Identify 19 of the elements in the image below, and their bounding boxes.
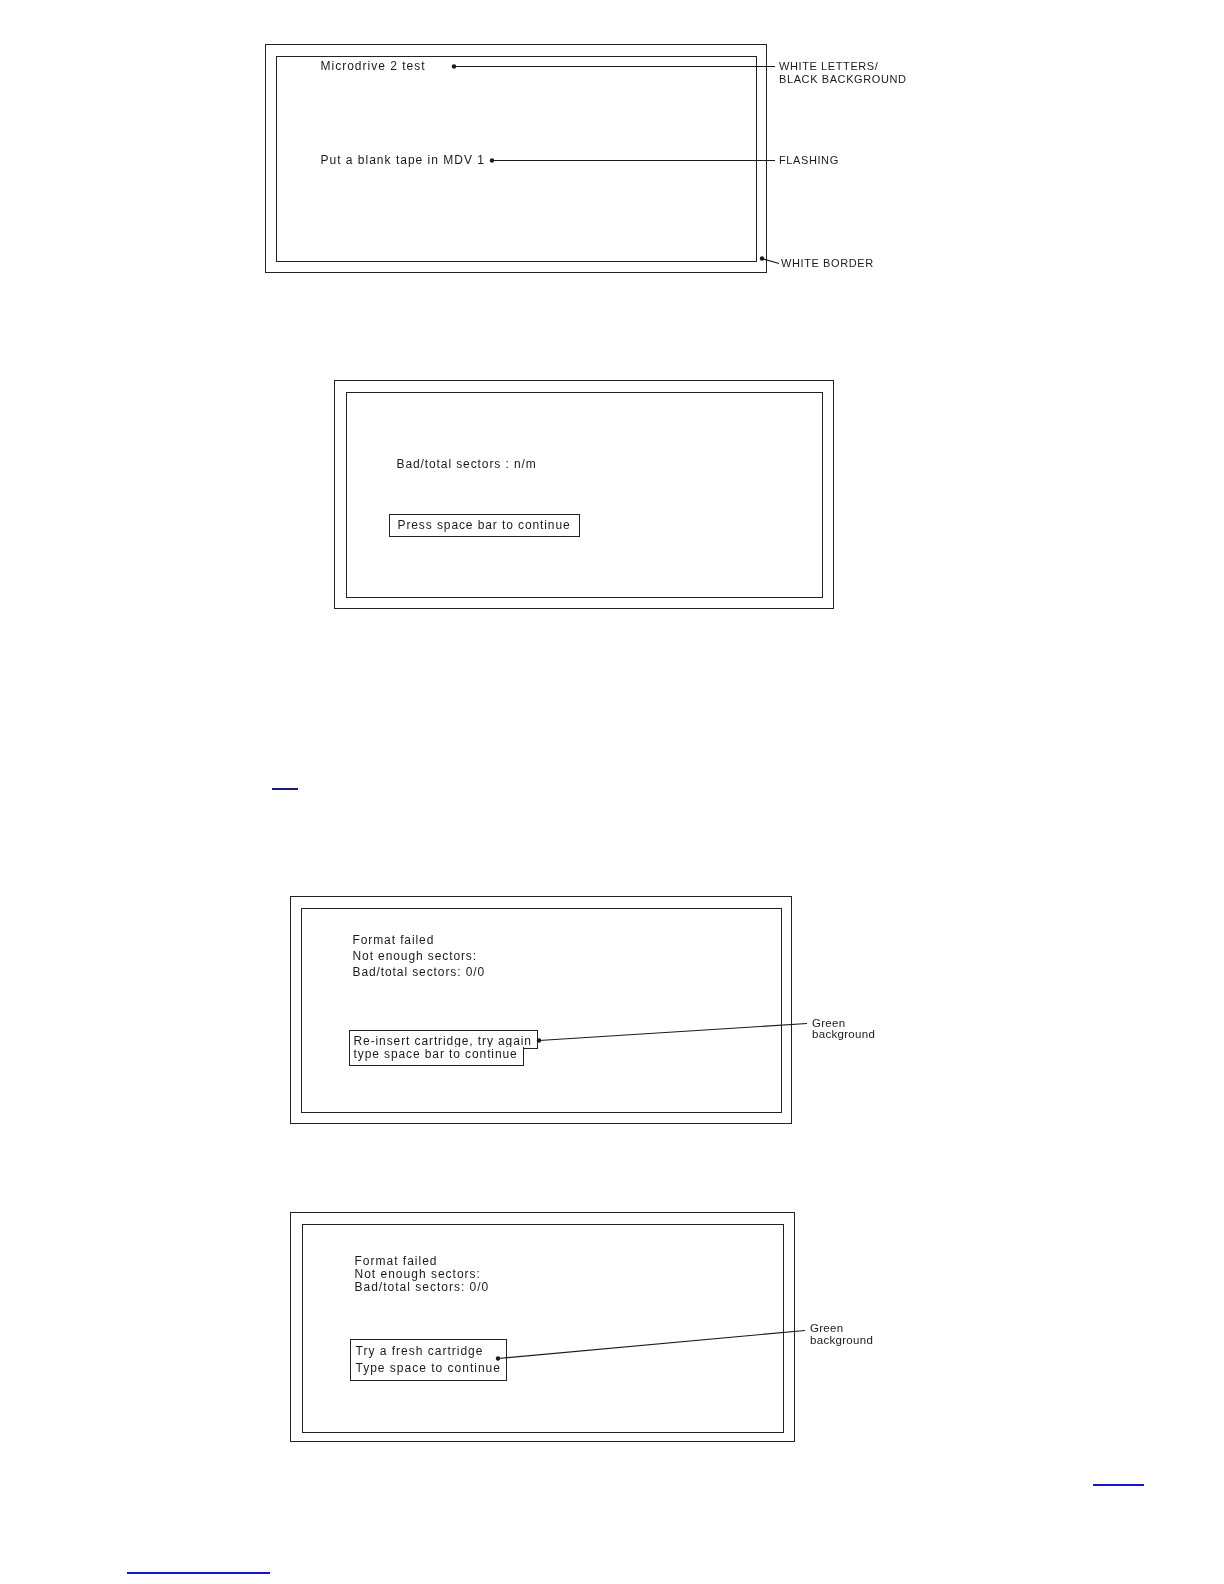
callout-label: FLASHING — [779, 153, 839, 167]
screen-text: Bad/total sectors: 0/0 — [354, 1280, 490, 1294]
message-box: Try a fresh cartridge Type space to continue — [349, 1338, 507, 1381]
screen-text: Microdrive 2 test — [320, 58, 426, 73]
screen-text: Not enough sectors: — [352, 947, 477, 964]
message-box: Press space bar to continue — [388, 513, 580, 537]
callout-label: Green background — [810, 1322, 874, 1346]
link-underline[interactable] — [127, 1572, 270, 1574]
screen-text: Bad/total sectors: 0/0 — [352, 963, 486, 980]
screen-text: Format failed — [354, 1254, 438, 1268]
screen-text: Bad/total sectors : n/m — [396, 456, 537, 471]
link-underline[interactable] — [1093, 1484, 1144, 1486]
callout-label: Green background — [812, 1017, 876, 1040]
link-underline[interactable] — [272, 788, 298, 790]
screen-text: Format failed — [352, 931, 435, 948]
callout-label: WHITE LETTERS/ BLACK BACKGROUND — [779, 59, 907, 86]
screen-text: Put a blank tape in MDV 1 — [320, 152, 485, 167]
callout-label: WHITE BORDER — [781, 256, 874, 270]
screen-text: Not enough sectors: — [354, 1267, 481, 1281]
